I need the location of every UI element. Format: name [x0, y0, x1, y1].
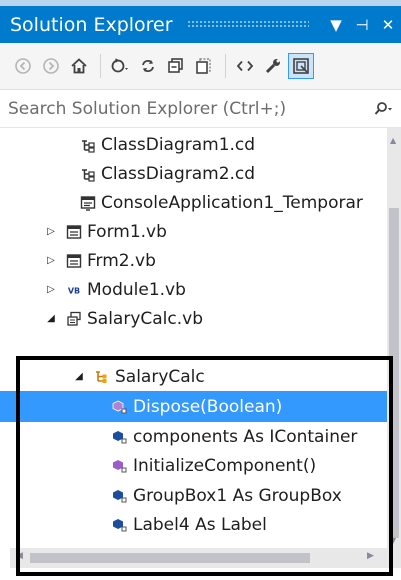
- tree-item-initializecomponent[interactable]: InitializeComponent(): [0, 451, 387, 480]
- svg-text:VB: VB: [68, 286, 80, 295]
- private-method-icon: [112, 458, 128, 474]
- collapse-all-icon[interactable]: [163, 53, 189, 79]
- tree-item-salarycalc-vb[interactable]: ◢ SalaryCalc.vb: [0, 304, 387, 333]
- tree-item-dispose[interactable]: Dispose(Boolean): [0, 391, 387, 422]
- sync-icon[interactable]: [135, 53, 161, 79]
- collapse-arrow[interactable]: ◢: [44, 313, 58, 324]
- vb-module-icon: VB: [66, 282, 82, 298]
- view-code-icon[interactable]: [232, 53, 258, 79]
- expand-arrow[interactable]: ▷: [44, 284, 58, 295]
- vb-component-icon: [66, 311, 82, 327]
- expand-arrow[interactable]: ▷: [44, 255, 58, 266]
- tree-item-classdiagram2[interactable]: ClassDiagram2.cd: [0, 159, 387, 188]
- tree-item-consoleapplication1-temporary[interactable]: ConsoleApplication1_Temporar: [0, 188, 387, 217]
- scroll-left-arrow-icon[interactable]: ◀: [16, 551, 23, 561]
- form-icon: [66, 224, 82, 240]
- tree-item-label: Form1.vb: [87, 221, 167, 242]
- tree-item-label: SalaryCalc.vb: [87, 308, 204, 329]
- tree-item-label: Label4 As Label: [133, 514, 267, 535]
- solution-tree: ClassDiagram1.cd ClassDiagram2.cd Consol…: [0, 128, 387, 548]
- class-icon: [94, 369, 110, 385]
- tree-item-form1[interactable]: ▷ Form1.vb: [0, 217, 387, 246]
- tree-item-module1[interactable]: ▷ VB Module1.vb: [0, 275, 387, 304]
- scroll-down-arrow-icon[interactable]: ▼: [390, 536, 396, 545]
- tree-item-label: ClassDiagram2.cd: [101, 163, 256, 184]
- pending-changes-icon[interactable]: [107, 53, 133, 79]
- field-icon: [112, 488, 128, 504]
- home-icon[interactable]: [66, 53, 92, 79]
- tree-item-label: Dispose(Boolean): [133, 396, 283, 417]
- class-diagram-icon: [80, 137, 96, 153]
- solution-explorer-toolbar: [0, 43, 401, 90]
- panel-title-bar[interactable]: Solution Explorer ▼ ⊣ ✕: [0, 6, 401, 43]
- temporary-file-icon: [80, 195, 96, 211]
- tree-item-label: components As IContainer: [133, 426, 358, 447]
- tree-item-label: InitializeComponent(): [133, 455, 317, 476]
- field-icon: [112, 517, 128, 533]
- tree-item-label: ConsoleApplication1_Temporar: [101, 192, 363, 213]
- tree-item-groupbox1[interactable]: GroupBox1 As GroupBox: [0, 481, 387, 510]
- tree-item-frm2[interactable]: ▷ Frm2.vb: [0, 246, 387, 275]
- show-all-files-icon[interactable]: [191, 53, 217, 79]
- expand-arrow[interactable]: ▷: [44, 226, 58, 237]
- tree-item-label: Module1.vb: [87, 279, 186, 300]
- field-icon: [112, 429, 128, 445]
- vertical-scrollbar[interactable]: ▲ ▼: [387, 128, 401, 568]
- back-icon[interactable]: [10, 53, 36, 79]
- collapse-arrow[interactable]: ◢: [72, 371, 86, 382]
- close-icon[interactable]: ✕: [375, 16, 401, 34]
- preview-icon[interactable]: [288, 53, 314, 79]
- vertical-scroll-thumb[interactable]: [389, 208, 399, 538]
- form-icon: [66, 253, 82, 269]
- search-input[interactable]: Search Solution Explorer (Ctrl+;): [0, 99, 363, 119]
- title-grip[interactable]: [186, 20, 309, 29]
- forward-icon[interactable]: [38, 53, 64, 79]
- scroll-right-arrow-icon[interactable]: ▶: [367, 551, 374, 561]
- tree-item-label: ClassDiagram1.cd: [101, 134, 256, 155]
- panel-title: Solution Explorer: [10, 13, 173, 36]
- properties-icon[interactable]: [260, 53, 286, 79]
- tree-item-label: Frm2.vb: [87, 250, 156, 271]
- tree-item-label4[interactable]: Label4 As Label: [0, 510, 387, 539]
- horizontal-scroll-thumb[interactable]: [30, 553, 310, 563]
- search-icon[interactable]: [363, 101, 401, 117]
- scroll-up-arrow-icon[interactable]: ▲: [390, 136, 396, 145]
- tree-item-label: SalaryCalc: [115, 366, 205, 387]
- tree-item-components[interactable]: components As IContainer: [0, 422, 387, 451]
- class-diagram-icon: [80, 166, 96, 182]
- search-bar[interactable]: Search Solution Explorer (Ctrl+;): [0, 90, 401, 128]
- toolbar-separator: [225, 54, 226, 78]
- horizontal-scrollbar[interactable]: ◀ ▶: [10, 548, 387, 568]
- tree-item-classdiagram1[interactable]: ClassDiagram1.cd: [0, 130, 387, 159]
- tree-item-salarycalc-class[interactable]: ◢ SalaryCalc: [0, 362, 387, 391]
- window-position-dropdown-icon[interactable]: ▼: [323, 16, 349, 34]
- toolbar-separator: [100, 54, 101, 78]
- tree-item-label: GroupBox1 As GroupBox: [133, 485, 342, 506]
- auto-hide-pin-icon[interactable]: ⊣: [349, 16, 375, 34]
- protected-method-icon: [112, 399, 128, 415]
